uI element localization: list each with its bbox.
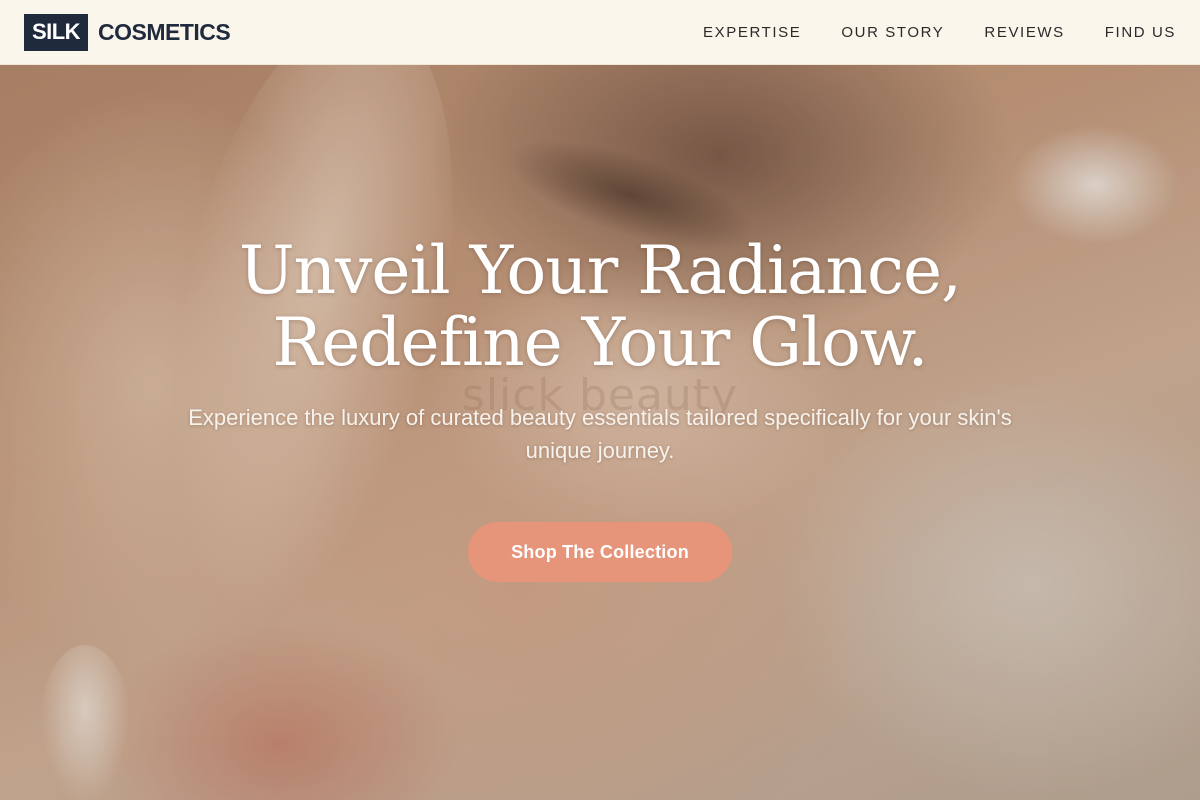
nav-item-expertise[interactable]: EXPERTISE xyxy=(703,24,801,41)
logo-wordmark: COSMETICS xyxy=(98,18,231,45)
nav-item-our-story[interactable]: OUR STORY xyxy=(841,24,944,41)
hero-headline: Unveil Your Radiance, Redefine Your Glow… xyxy=(0,235,1200,379)
hero-headline-line1: Unveil Your Radiance, xyxy=(238,232,962,309)
nav-item-find-us[interactable]: FIND US xyxy=(1105,24,1176,41)
shop-collection-button[interactable]: Shop The Collection xyxy=(468,522,732,582)
site-header: SILK COSMETICS EXPERTISE OUR STORY REVIE… xyxy=(0,0,1200,65)
hero-content: Unveil Your Radiance, Redefine Your Glow… xyxy=(0,235,1200,582)
main-nav: EXPERTISE OUR STORY REVIEWS FIND US xyxy=(703,24,1176,41)
hero-section: slick beauty Unveil Your Radiance, Redef… xyxy=(0,65,1200,800)
hero-headline-line2: Redefine Your Glow. xyxy=(272,304,929,381)
brand-logo[interactable]: SILK COSMETICS xyxy=(24,13,231,51)
logo-box: SILK xyxy=(24,13,88,51)
nav-item-reviews[interactable]: REVIEWS xyxy=(984,24,1064,41)
hero-subtitle: Experience the luxury of curated beauty … xyxy=(188,405,1012,463)
